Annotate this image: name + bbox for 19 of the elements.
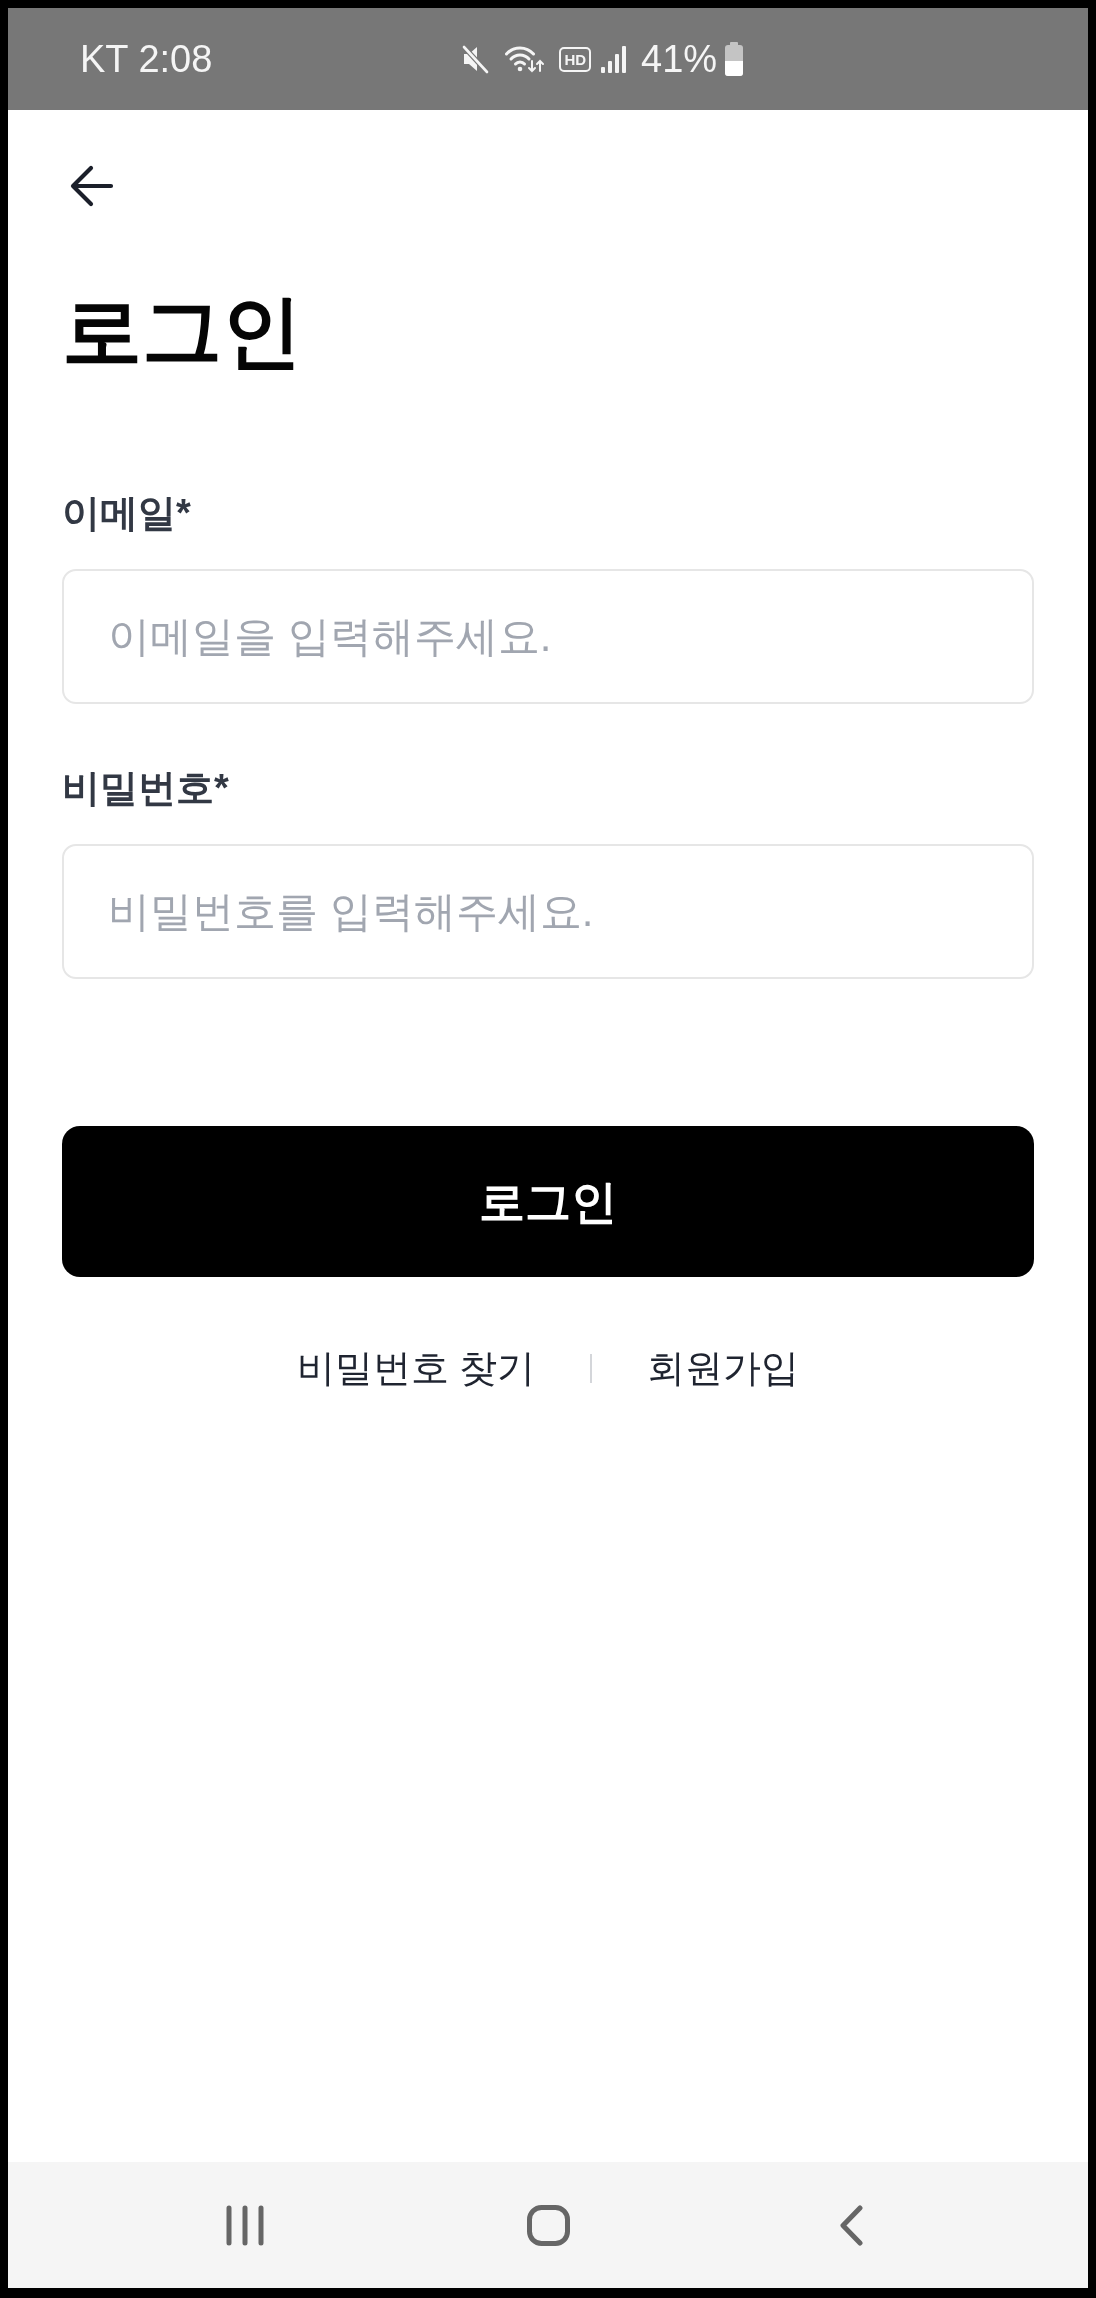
field-label: 이메일* [62, 494, 191, 532]
text-link[interactable]: 비밀번호 찾기 [296, 1349, 536, 1387]
field-label: 비밀번호* [62, 769, 229, 807]
input-field[interactable]: 비밀번호를 입력해주세요. [62, 844, 1034, 979]
input-field[interactable]: 이메일을 입력해주세요. [62, 569, 1034, 704]
carrier-and-time: KT 2:08 [80, 40, 213, 78]
wifi-data-icon [505, 44, 546, 74]
battery-percentage: 41% [641, 40, 718, 78]
login-button[interactable]: 로그인 [62, 1126, 1034, 1277]
hd-call-indicator: HD [559, 46, 592, 72]
muted-speaker-icon [461, 44, 490, 74]
text-link[interactable]: 회원가입 [647, 1349, 800, 1387]
home-icon[interactable] [526, 2204, 570, 2246]
back-arrow-icon[interactable] [70, 164, 114, 208]
back-icon[interactable] [839, 2204, 863, 2246]
signal-strength-icon [601, 45, 628, 73]
battery-icon [723, 42, 746, 76]
page-title: 로그인 [62, 292, 302, 372]
recent-apps-icon[interactable] [226, 2204, 264, 2246]
